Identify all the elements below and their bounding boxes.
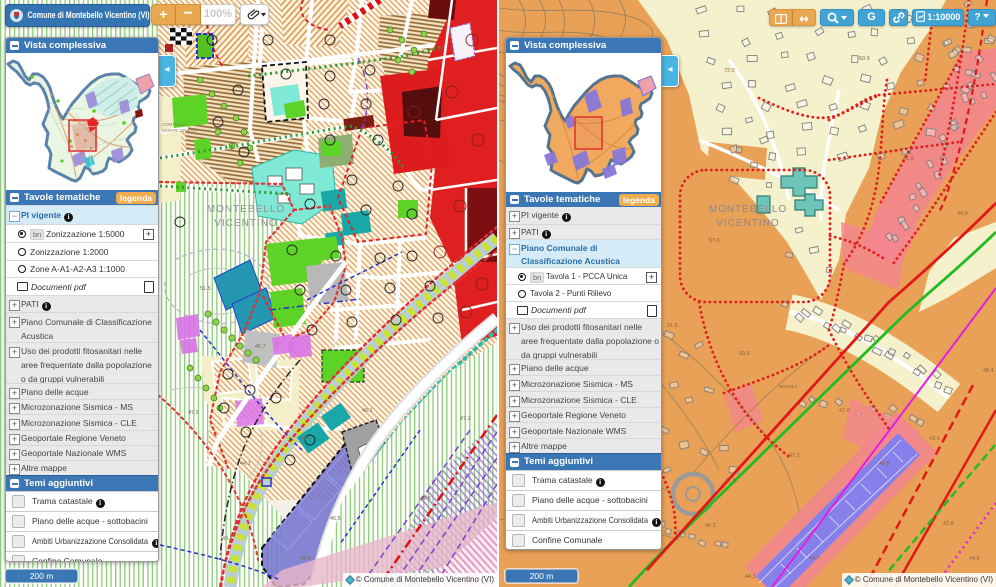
svg-text:60.9: 60.9: [859, 56, 870, 62]
svg-text:44.8: 44.8: [420, 496, 431, 502]
svg-text:46.1: 46.1: [362, 408, 373, 414]
svg-text:MONTEBELLO: MONTEBELLO: [709, 204, 787, 215]
svg-text:46.8: 46.8: [879, 461, 890, 467]
svg-text:44.4: 44.4: [300, 436, 311, 442]
svg-text:72.0: 72.0: [724, 68, 735, 74]
svg-text:47.9: 47.9: [725, 478, 736, 484]
svg-text:46.3: 46.3: [705, 523, 716, 529]
svg-text:44.1: 44.1: [240, 461, 251, 467]
svg-text:44.6: 44.6: [969, 556, 980, 562]
svg-text:47.9: 47.9: [188, 410, 199, 416]
svg-text:44.6: 44.6: [300, 556, 311, 562]
svg-text:CONTRADA: CONTRADA: [162, 122, 187, 127]
svg-text:46.5: 46.5: [330, 516, 341, 522]
svg-text:VICENTINO: VICENTINO: [214, 218, 277, 229]
svg-text:57.0: 57.0: [709, 238, 720, 244]
svg-text:42.8: 42.8: [943, 521, 954, 527]
svg-text:44.7: 44.7: [809, 556, 820, 562]
svg-text:VICENTINO: VICENTINO: [716, 218, 779, 229]
svg-text:44.3: 44.3: [745, 574, 756, 580]
svg-text:50.6: 50.6: [739, 351, 750, 357]
svg-text:44.9: 44.9: [957, 211, 968, 217]
svg-text:MONTEBELLO: MONTEBELLO: [207, 204, 285, 215]
svg-text:47.3: 47.3: [789, 453, 800, 459]
svg-text:51.5: 51.5: [200, 286, 211, 292]
svg-text:41.9: 41.9: [903, 156, 914, 162]
svg-text:43.3: 43.3: [929, 436, 940, 442]
svg-text:45.7: 45.7: [255, 344, 266, 350]
svg-text:47.2: 47.2: [460, 416, 471, 422]
svg-text:47.0: 47.0: [839, 408, 850, 414]
svg-text:49.5: 49.5: [222, 536, 233, 542]
svg-text:48.4: 48.4: [983, 368, 994, 374]
svg-text:MONTE GRAPPA: MONTE GRAPPA: [162, 128, 198, 133]
svg-text:SCUOLA: SCUOLA: [779, 384, 798, 389]
svg-text:31.5: 31.5: [667, 323, 678, 329]
